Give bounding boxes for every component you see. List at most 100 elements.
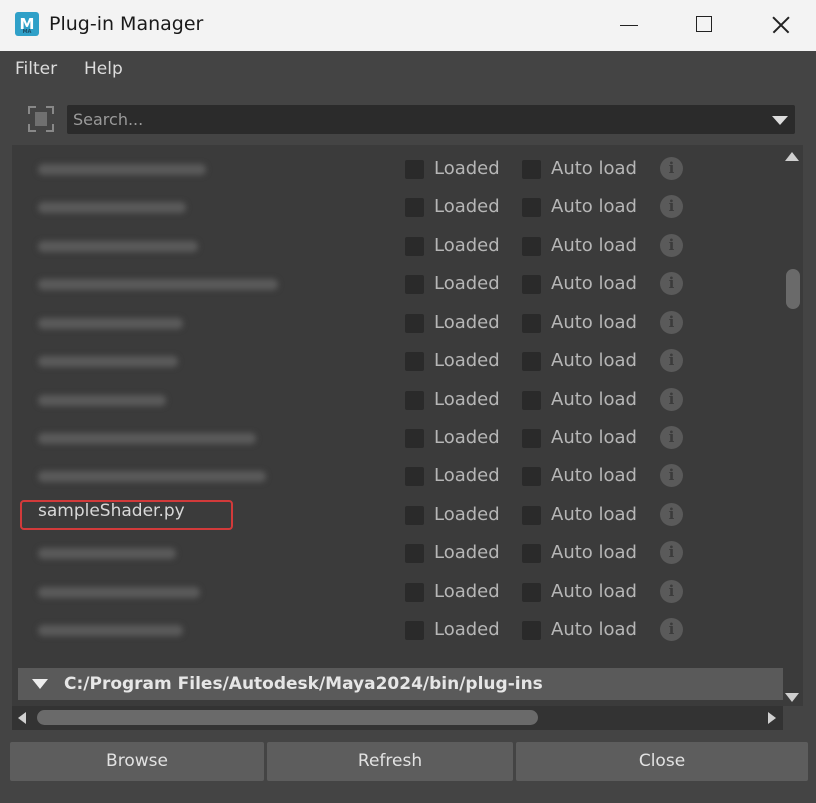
info-icon[interactable]: i [660,580,683,603]
info-icon[interactable]: i [660,541,683,564]
plugin-name-obscured [38,433,256,444]
vertical-scrollbar[interactable] [783,145,803,706]
auto-load-label: Auto load [551,619,637,640]
plugin-path-section-header[interactable]: C:/Program Files/Autodesk/Maya2024/bin/p… [18,668,783,700]
auto-load-label: Auto load [551,312,637,333]
info-icon[interactable]: i [660,503,683,526]
auto-load-checkbox[interactable] [522,352,541,371]
loaded-checkbox[interactable] [405,198,424,217]
auto-load-label: Auto load [551,273,637,294]
close-window-button[interactable] [742,0,816,51]
plugin-row: Loaded Auto load i [12,187,783,225]
info-icon[interactable]: i [660,618,683,641]
loaded-checkbox[interactable] [405,467,424,486]
plugin-row: Loaded Auto load i [12,456,783,494]
auto-load-checkbox[interactable] [522,237,541,256]
app-icon-sublabel: MA [22,29,32,35]
plugin-row: Loaded Auto load i [12,341,783,379]
scroll-down-arrow-icon[interactable] [785,693,799,702]
info-icon[interactable]: i [660,234,683,257]
menu-help[interactable]: Help [84,59,123,79]
info-icon[interactable]: i [660,272,683,295]
loaded-checkbox[interactable] [405,314,424,333]
auto-load-checkbox[interactable] [522,621,541,640]
auto-load-label: Auto load [551,504,637,525]
info-icon[interactable]: i [660,195,683,218]
loaded-label: Loaded [434,619,500,640]
scroll-right-arrow-icon[interactable] [768,712,776,724]
plugin-name-obscured [38,356,178,367]
auto-load-label: Auto load [551,542,637,563]
info-icon[interactable]: i [660,464,683,487]
loaded-checkbox[interactable] [405,621,424,640]
menu-bar: Filter Help [0,51,816,85]
search-input[interactable] [69,105,767,134]
loaded-checkbox[interactable] [405,583,424,602]
highlight-box [20,500,233,530]
loaded-checkbox[interactable] [405,275,424,294]
loaded-label: Loaded [434,389,500,410]
auto-load-checkbox[interactable] [522,160,541,179]
title-bar: M MA Plug-in Manager [0,0,816,51]
auto-load-label: Auto load [551,158,637,179]
loaded-label: Loaded [434,273,500,294]
loaded-checkbox[interactable] [405,429,424,448]
auto-load-checkbox[interactable] [522,429,541,448]
loaded-checkbox[interactable] [405,160,424,179]
plugin-row: Loaded Auto load i [12,610,783,648]
auto-load-checkbox[interactable] [522,275,541,294]
search-dropdown-arrow-icon[interactable] [772,116,788,125]
close-button[interactable]: Close [516,742,808,781]
auto-load-label: Auto load [551,235,637,256]
maximize-button[interactable] [667,0,741,51]
auto-load-checkbox[interactable] [522,391,541,410]
menu-filter[interactable]: Filter [15,59,57,79]
plugin-path: C:/Program Files/Autodesk/Maya2024/bin/p… [64,674,543,694]
info-icon[interactable]: i [660,426,683,449]
horizontal-scrollbar[interactable] [12,706,783,730]
loaded-label: Loaded [434,465,500,486]
auto-load-checkbox[interactable] [522,544,541,563]
search-box [67,105,795,134]
plugin-name-obscured [38,548,176,559]
minimize-button[interactable] [593,0,667,51]
auto-load-checkbox[interactable] [522,198,541,217]
info-icon[interactable]: i [660,349,683,372]
horizontal-scroll-thumb[interactable] [37,710,538,725]
loaded-label: Loaded [434,504,500,525]
auto-load-label: Auto load [551,465,637,486]
auto-load-checkbox[interactable] [522,583,541,602]
auto-load-label: Auto load [551,427,637,448]
info-icon[interactable]: i [660,311,683,334]
vertical-scroll-thumb[interactable] [786,269,800,309]
scroll-up-arrow-icon[interactable] [785,152,799,161]
scroll-left-arrow-icon[interactable] [18,712,26,724]
browse-button[interactable]: Browse [10,742,264,781]
auto-load-checkbox[interactable] [522,467,541,486]
plugin-row: Loaded Auto load i [12,418,783,456]
plugin-name-obscured [38,202,186,213]
loaded-label: Loaded [434,427,500,448]
plugin-name-obscured [38,241,198,252]
auto-load-checkbox[interactable] [522,314,541,333]
plugin-row: Loaded Auto load i [12,380,783,418]
collapse-arrow-icon[interactable] [32,679,48,689]
auto-load-label: Auto load [551,350,637,371]
info-icon[interactable]: i [660,157,683,180]
loaded-label: Loaded [434,158,500,179]
auto-load-checkbox[interactable] [522,506,541,525]
info-icon[interactable]: i [660,388,683,411]
loaded-checkbox[interactable] [405,544,424,563]
filter-icon[interactable] [28,106,54,132]
loaded-checkbox[interactable] [405,237,424,256]
auto-load-label: Auto load [551,196,637,217]
maya-app-icon: M MA [15,12,39,36]
refresh-button[interactable]: Refresh [267,742,513,781]
loaded-label: Loaded [434,235,500,256]
plugin-manager-window: M MA Plug-in Manager Filter Help Loaded … [0,0,816,803]
loaded-checkbox[interactable] [405,352,424,371]
plugin-row: Loaded Auto load i [12,533,783,571]
loaded-checkbox[interactable] [405,506,424,525]
loaded-checkbox[interactable] [405,391,424,410]
plugin-row: Loaded Auto load i [12,303,783,341]
